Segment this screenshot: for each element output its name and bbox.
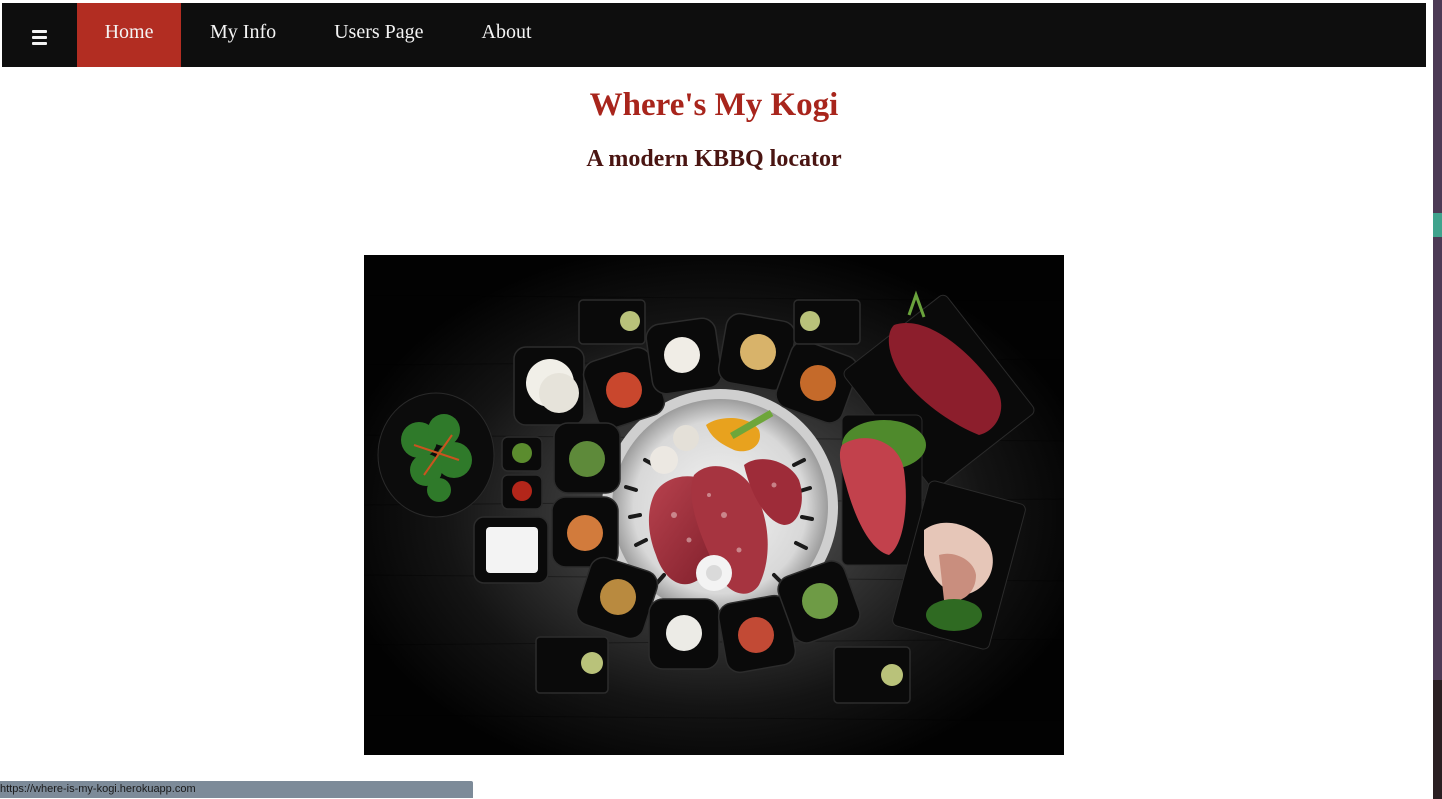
page-subtitle: A modern KBBQ locator	[586, 146, 842, 172]
nav-item-my-info[interactable]: My Info	[181, 3, 305, 67]
adjacent-window-edge	[1433, 0, 1442, 799]
top-navbar: Home My Info Users Page About	[2, 3, 1426, 67]
nav-item-home[interactable]: Home	[77, 3, 181, 67]
hamburger-lines	[32, 29, 47, 45]
hero-image-kbbq-table	[364, 255, 1064, 755]
nav-item-about[interactable]: About	[453, 3, 561, 67]
link-preview-status-bar: https://where-is-my-kogi.herokuapp.com	[0, 781, 473, 798]
page-title: Where's My Kogi	[589, 87, 839, 123]
nav-item-users-page[interactable]: Users Page	[305, 3, 452, 67]
hamburger-menu-icon[interactable]	[2, 3, 77, 67]
